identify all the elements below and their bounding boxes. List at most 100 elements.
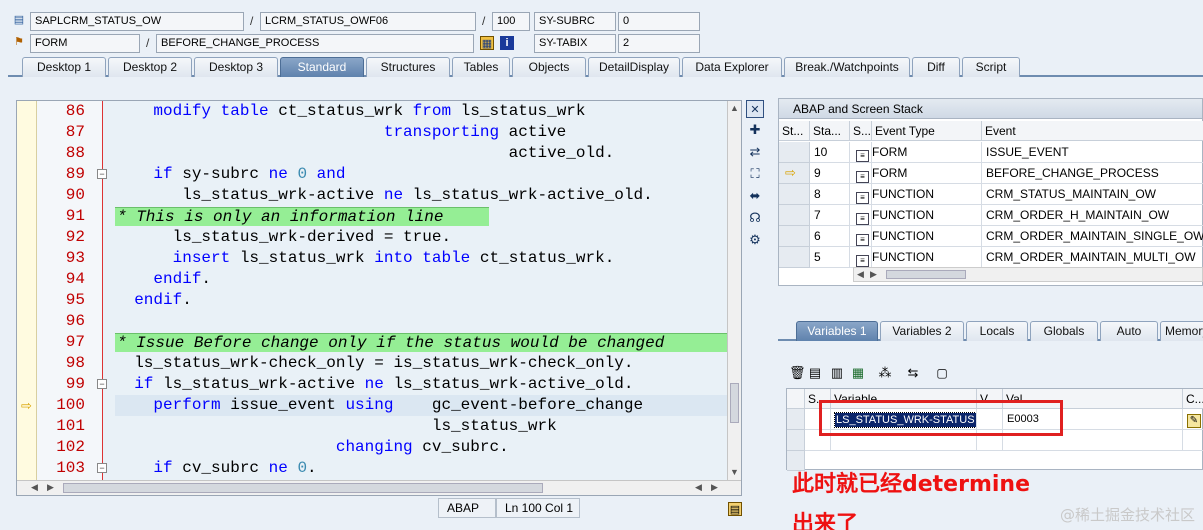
column-header[interactable]: Sta... [810,121,850,141]
fold-toggle-icon[interactable]: − [97,379,107,389]
code-line[interactable]: 86 modify table ct_status_wrk from ls_st… [17,101,727,122]
tab-globals[interactable]: Globals [1030,321,1098,341]
row-selector[interactable] [779,184,810,205]
current-code-line[interactable]: ⇨ 100 perform issue_event using gc_event… [17,395,727,416]
row-selector[interactable] [779,142,810,163]
event-name-cell[interactable]: CRM_ORDER_MAINTAIN_SINGLE_OW [982,226,1203,247]
scroll-right-icon[interactable]: ▶ [870,269,877,280]
code-line[interactable]: 101 ls_status_wrk [17,416,727,437]
stack-row[interactable]: 8 ≡ FUNCTION CRM_STATUS_MAINTAIN_OW [779,184,1203,205]
new-tool-icon[interactable]: ✚ [746,121,764,139]
load-variables-icon[interactable]: ▤ [808,366,822,380]
tab-locals[interactable]: Locals [966,321,1028,341]
event-type-field[interactable]: FORM [30,34,140,53]
empty-cell[interactable] [1183,430,1203,451]
row-selector[interactable] [779,226,810,247]
scroll-thumb[interactable] [730,383,739,423]
tab-data-explorer[interactable]: Data Explorer [682,57,782,77]
scroll-left-icon[interactable]: ◀ [31,482,38,493]
stack-row[interactable]: 5 ≡ FUNCTION CRM_ORDER_MAINTAIN_MULTI_OW [779,247,1203,268]
code-line[interactable]: 95 endif. [17,290,727,311]
stack-row[interactable]: 7 ≡ FUNCTION CRM_ORDER_H_MAINTAIN_OW [779,205,1203,226]
tab-variables-2[interactable]: Variables 2 [880,321,964,341]
editor-horizontal-scrollbar[interactable]: ◀ ▶ ◀ ▶ [17,480,741,495]
headset-icon[interactable]: ☊ [746,209,764,227]
edit-pencil-icon[interactable]: ✎ [1187,414,1201,428]
layout-icon[interactable]: ▤ [728,502,742,516]
code-line[interactable]: 89 − if sy-subrc ne 0 and [17,164,727,185]
scroll-left-icon[interactable]: ◀ [857,269,864,280]
row-selector[interactable]: ⇨ [779,163,810,184]
scroll-right-icon[interactable]: ▶ [711,482,718,493]
var2-value-field[interactable]: 2 [618,34,700,53]
scroll-thumb[interactable] [886,270,966,279]
fold-toggle-icon[interactable]: − [97,463,107,473]
display-source-icon[interactable]: ▦ [480,36,494,50]
code-line[interactable]: 87 transporting active [17,122,727,143]
tab-desktop-3[interactable]: Desktop 3 [194,57,278,77]
tree-icon[interactable]: ⁂ [878,366,892,380]
tab-variables-1[interactable]: Variables 1 [796,321,878,341]
close-icon[interactable]: ✕ [746,100,764,118]
var2-name-field[interactable]: SY-TABIX [534,34,616,53]
column-header[interactable]: Event Type [872,121,982,141]
services-icon[interactable]: ⚙ [746,231,764,249]
event-name-field[interactable]: BEFORE_CHANGE_PROCESS [156,34,474,53]
info-icon[interactable]: i [500,36,514,50]
scroll-down-icon[interactable]: ▼ [730,467,739,477]
var1-name-field[interactable]: SY-SUBRC [534,12,616,31]
column-header[interactable]: St... [779,121,810,141]
line-field[interactable]: 100 [492,12,530,31]
swap-tool-icon[interactable]: ⇄ [746,143,764,161]
code-line[interactable]: 88 active_old. [17,143,727,164]
row-selector[interactable] [787,430,805,451]
code-line[interactable]: 98 ls_status_wrk-check_only = is_status_… [17,353,727,374]
resize-icon[interactable]: ⬌ [746,187,764,205]
stack-horizontal-scrollbar[interactable]: ◀ ▶ [853,267,1203,282]
code-line[interactable]: 92 ls_status_wrk-derived = true. [17,227,727,248]
program-field[interactable]: SAPLCRM_STATUS_OW [30,12,244,31]
event-name-cell[interactable]: CRM_ORDER_H_MAINTAIN_OW [982,205,1203,226]
include-field[interactable]: LCRM_STATUS_OWF06 [260,12,476,31]
code-line[interactable]: 103 − if cv_subrc ne 0. [17,458,727,479]
change-cell[interactable]: ✎ [1183,409,1203,430]
column-header[interactable]: Event [982,121,1203,141]
scroll-up-icon[interactable]: ▲ [730,103,739,113]
scroll-right-icon[interactable]: ▶ [47,482,54,493]
code-line[interactable]: 90 ls_status_wrk-active ne ls_status_wrk… [17,185,727,206]
code-line[interactable]: 99 − if ls_status_wrk-active ne ls_statu… [17,374,727,395]
export-icon[interactable]: ▦ [851,366,865,380]
tab-detaildisplay[interactable]: DetailDisplay [588,57,680,77]
tab-objects[interactable]: Objects [512,57,586,77]
event-name-cell[interactable]: CRM_STATUS_MAINTAIN_OW [982,184,1203,205]
row-selector[interactable] [787,409,805,430]
stack-row[interactable]: 6 ≡ FUNCTION CRM_ORDER_MAINTAIN_SINGLE_OW [779,226,1203,247]
code-line[interactable]: 93 insert ls_status_wrk into table ct_st… [17,248,727,269]
code-line[interactable]: 96 [17,311,727,332]
stack-row[interactable]: ⇨ 9 ≡ FORM BEFORE_CHANGE_PROCESS [779,163,1203,184]
code-line[interactable]: 97 * Issue Before change only if the sta… [17,332,729,353]
navigate-icon[interactable]: ⇆ [906,366,920,380]
event-name-cell[interactable]: ISSUE_EVENT [982,142,1203,163]
new-object-icon[interactable]: ▢ [935,366,949,380]
tab-breakpoints[interactable]: Break./Watchpoints [784,57,910,77]
event-name-cell[interactable]: BEFORE_CHANGE_PROCESS [982,163,1203,184]
maximize-icon[interactable]: ⛶ [746,165,764,183]
event-name-cell[interactable]: CRM_ORDER_MAINTAIN_MULTI_OW [982,247,1203,268]
row-selector[interactable] [779,247,810,268]
var1-value-field[interactable]: 0 [618,12,700,31]
tab-desktop-1[interactable]: Desktop 1 [22,57,106,77]
tab-auto[interactable]: Auto [1100,321,1158,341]
fold-toggle-icon[interactable]: − [97,169,107,179]
source-code-editor[interactable]: 86 modify table ct_status_wrk from ls_st… [16,100,742,496]
save-variables-icon[interactable]: ▥ [830,366,844,380]
column-header[interactable]: S... [850,121,872,141]
editor-vertical-scrollbar[interactable]: ▲ ▼ [727,101,741,481]
row-selector[interactable] [779,205,810,226]
tab-standard[interactable]: Standard [280,57,364,77]
tab-diff[interactable]: Diff [912,57,960,77]
delete-icon[interactable]: 🗑 [789,366,806,380]
tab-memory[interactable]: Memory [1160,321,1203,341]
scroll-left-icon[interactable]: ◀ [695,482,702,493]
scroll-thumb[interactable] [63,483,543,493]
